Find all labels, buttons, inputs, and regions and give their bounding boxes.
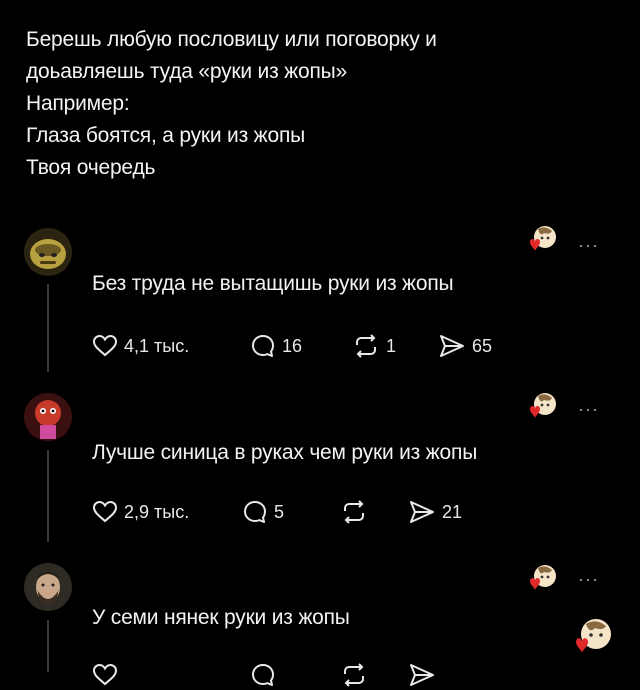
comment-button[interactable]: [250, 660, 282, 690]
reaction-badge-icon: [530, 565, 556, 590]
avatar-image: [24, 228, 72, 276]
reply-text: У семи нянек руки из жопы: [92, 606, 350, 629]
avatar[interactable]: [24, 563, 72, 611]
post-line: Твоя очередь: [26, 156, 156, 179]
comment-bubble-icon: [252, 664, 274, 686]
repost-icon: [344, 663, 364, 687]
share-count: 65: [472, 335, 493, 356]
thread-line: [47, 450, 49, 542]
repost-icon: [356, 334, 376, 358]
post-line: доьавляешь туда «руки из жопы»: [26, 60, 348, 83]
thread-line: [47, 620, 49, 672]
avatar-image: [24, 563, 72, 611]
heart-icon: [92, 500, 118, 523]
share-button[interactable]: [408, 660, 442, 690]
post-line: Глаза боятся, а руки из жопы: [26, 124, 306, 147]
reaction-badge-icon: [576, 619, 611, 653]
avatar-image: [24, 393, 72, 441]
comment-button[interactable]: 16: [250, 331, 302, 361]
reply-text: Без труда не вытащишь руки из жопы: [92, 272, 454, 295]
repost-count: 1: [386, 335, 397, 356]
avatar[interactable]: [24, 228, 72, 276]
share-count: 21: [442, 501, 463, 522]
post-line: Например:: [26, 92, 130, 115]
like-button[interactable]: 4,1 тыс.: [92, 331, 189, 361]
repost-button[interactable]: [340, 660, 374, 690]
reply-text: Лучше синица в руках чем руки из жопы: [92, 441, 478, 464]
thread-line: [47, 284, 49, 372]
post-line: Берешь любую пословицу или поговорку и: [26, 28, 437, 51]
more-dots-icon[interactable]: ···: [578, 400, 599, 418]
share-button[interactable]: 65: [438, 331, 492, 361]
heart-icon: [92, 334, 118, 357]
comment-bubble-icon: [244, 501, 266, 523]
comment-bubble-icon: [252, 335, 274, 357]
like-count: 2,9 тыс.: [124, 501, 190, 522]
repost-button[interactable]: [340, 497, 374, 527]
action-bar: 2,9 тыс. 5 21: [92, 497, 552, 527]
like-button[interactable]: [92, 660, 124, 690]
action-bar: 4,1 тыс. 16 1 65: [92, 331, 552, 361]
send-icon: [410, 664, 434, 686]
send-icon: [410, 501, 434, 523]
reaction-badge-icon: [530, 226, 556, 251]
comment-count: 16: [282, 335, 303, 356]
share-button[interactable]: 21: [408, 497, 462, 527]
more-dots-icon[interactable]: ···: [578, 570, 599, 588]
more-dots-icon[interactable]: ···: [578, 236, 599, 254]
send-icon: [440, 335, 464, 357]
reaction-badge-icon: [530, 393, 556, 418]
action-bar: [92, 660, 552, 690]
like-count: 4,1 тыс.: [124, 335, 190, 356]
repost-icon: [344, 500, 364, 524]
heart-icon: [92, 663, 118, 686]
comment-count: 5: [274, 501, 285, 522]
post-text: Берешь любую пословицу или поговорку и д…: [26, 24, 616, 184]
like-button[interactable]: 2,9 тыс.: [92, 497, 189, 527]
avatar[interactable]: [24, 393, 72, 441]
comment-button[interactable]: 5: [242, 497, 284, 527]
repost-button[interactable]: 1: [352, 331, 396, 361]
